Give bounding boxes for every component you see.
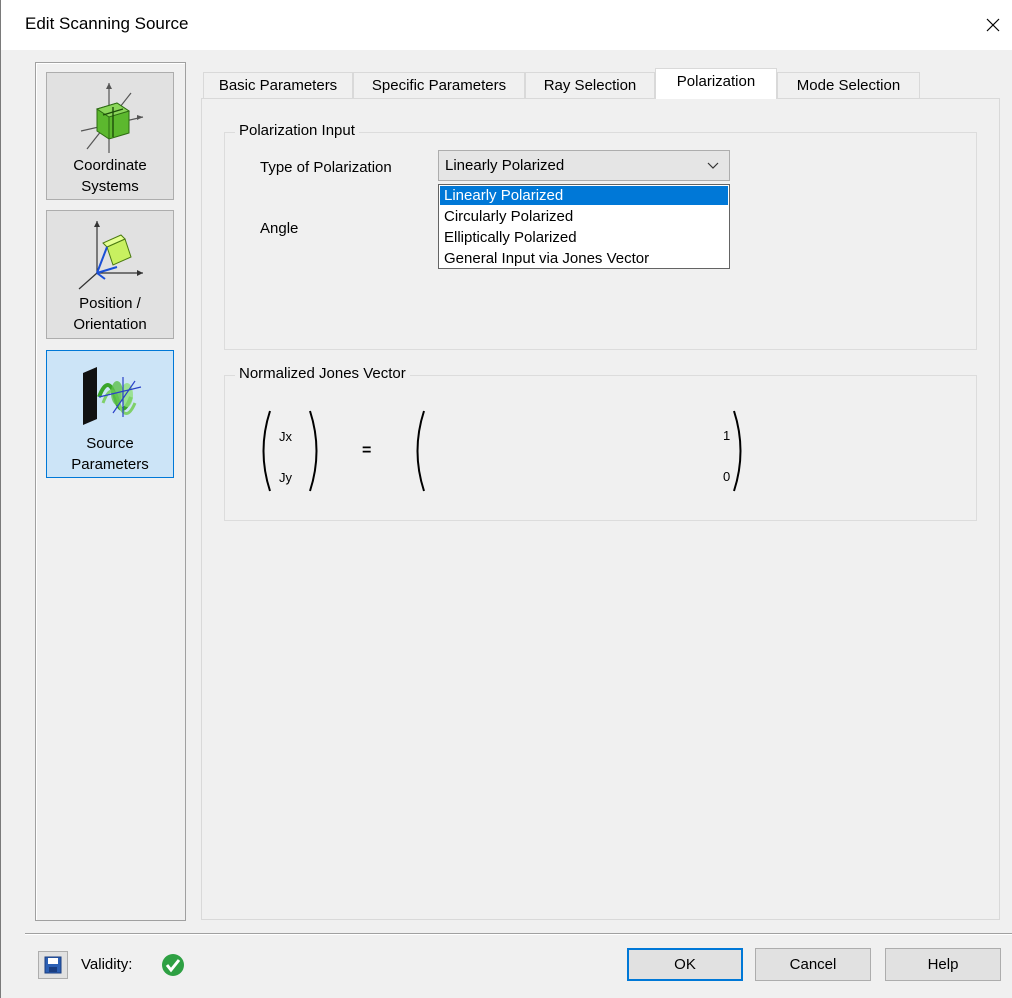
polarization-type-dropdown: Linearly Polarized Circularly Polarized … (438, 184, 730, 269)
help-button[interactable]: Help (885, 948, 1001, 981)
polarization-input-title: Polarization Input (235, 122, 359, 139)
valid-check-icon (162, 954, 184, 976)
right-paren-jxjy (309, 410, 318, 492)
jx-label: Jx (279, 429, 292, 444)
source-parameters-icon (83, 367, 142, 425)
option-general-jones-vector[interactable]: General Input via Jones Vector (440, 249, 728, 268)
nav-label-source-line1: Source (86, 435, 134, 452)
tab-ray-selection[interactable]: Ray Selection (525, 72, 655, 99)
category-nav: Coordinate Systems Position / Orientatio… (35, 62, 186, 921)
window-title: Edit Scanning Source (25, 14, 189, 33)
close-icon (986, 18, 1000, 32)
save-icon (44, 956, 62, 974)
option-elliptically-polarized[interactable]: Elliptically Polarized (440, 228, 728, 247)
nav-item-position-orientation[interactable]: Position / Orientation (46, 210, 174, 339)
nav-label-coordinate-line1: Coordinate (73, 157, 147, 174)
coordinate-systems-icon (80, 83, 144, 153)
polarization-type-value: Linearly Polarized (445, 157, 565, 174)
tab-mode-selection[interactable]: Mode Selection (777, 72, 920, 99)
cancel-button[interactable]: Cancel (755, 948, 871, 981)
close-button[interactable] (976, 8, 1010, 42)
option-circularly-polarized[interactable]: Circularly Polarized (440, 207, 728, 226)
nav-label-source-line2: Parameters (71, 456, 149, 473)
jones-value-x: 1 (723, 428, 731, 443)
chevron-down-icon (707, 162, 719, 169)
nav-label-position-line2: Orientation (73, 316, 147, 333)
nav-label-position-line1: Position / (79, 295, 141, 312)
right-paren-values (733, 410, 742, 492)
nav-label-coordinate-line2: Systems (81, 178, 139, 195)
nav-item-source-parameters[interactable]: Source Parameters (46, 350, 174, 478)
left-paren-values (416, 410, 425, 492)
jones-value-y: 0 (723, 469, 731, 484)
jones-vector-title: Normalized Jones Vector (235, 365, 410, 382)
position-orientation-icon (78, 221, 143, 290)
tab-polarization[interactable]: Polarization (655, 68, 777, 99)
equals-sign: = (362, 442, 372, 459)
type-of-polarization-label: Type of Polarization (260, 159, 392, 176)
polarization-tab-page: Polarization Input Type of Polarization … (201, 98, 1000, 920)
left-paren-jxjy (262, 410, 271, 492)
save-button[interactable] (38, 951, 68, 979)
footer-separator (25, 933, 1012, 935)
angle-label: Angle (260, 220, 299, 237)
edit-scanning-source-dialog: Edit Scanning Source Coordinate Systems … (0, 0, 1012, 998)
jy-label: Jy (279, 470, 292, 485)
validity-label: Validity: (81, 956, 133, 973)
polarization-type-select[interactable]: Linearly Polarized (438, 150, 730, 181)
tab-specific-parameters[interactable]: Specific Parameters (353, 72, 525, 99)
tab-basic-parameters[interactable]: Basic Parameters (203, 72, 353, 99)
ok-button[interactable]: OK (627, 948, 743, 981)
title-bar: Edit Scanning Source (1, 0, 1012, 50)
option-linearly-polarized[interactable]: Linearly Polarized (440, 186, 728, 205)
nav-item-coordinate-systems[interactable]: Coordinate Systems (46, 72, 174, 200)
jones-vector-group: Normalized Jones Vector (224, 365, 977, 521)
